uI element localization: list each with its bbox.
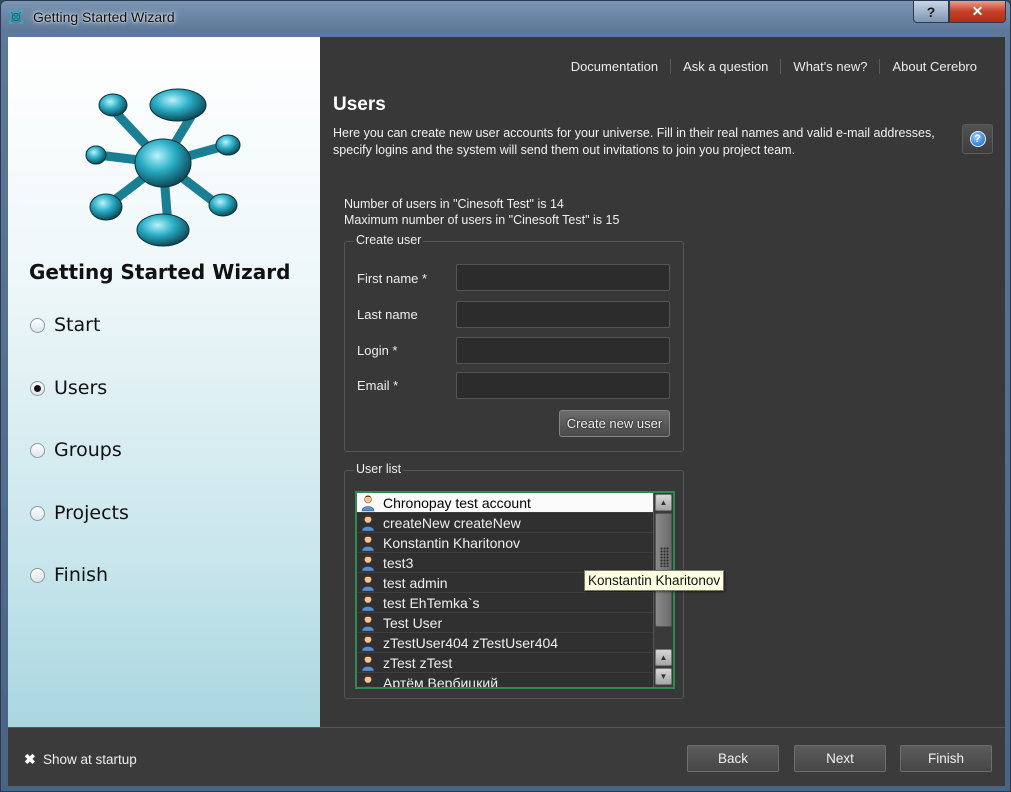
wizard-sidebar: Getting Started Wizard Start Users Group… [8,37,320,727]
scroll-up-arrow-icon[interactable]: ▲ [655,494,672,511]
user-icon [363,675,373,687]
user-list-legend: User list [354,462,404,476]
user-list-item[interactable]: Test User [357,613,653,633]
first-name-field[interactable] [456,264,670,291]
checkmark-icon[interactable]: ✖ [24,752,37,766]
scroll-down-arrow-icon[interactable]: ▼ [655,668,672,685]
user-icon [361,635,375,651]
email-field[interactable] [456,372,670,399]
info-button[interactable]: ? [962,124,993,154]
user-icon [361,495,375,511]
last-name-field[interactable] [456,301,670,328]
user-icon [361,535,375,551]
client-area: Getting Started Wizard Start Users Group… [8,37,1005,786]
documentation-link[interactable]: Documentation [559,59,670,74]
user-name: Артём Вербицкий [383,674,499,689]
user-icon [361,655,375,671]
main-panel: Documentation Ask a question What's new?… [320,37,1005,727]
user-icon [361,555,375,571]
step-groups[interactable]: Groups [30,439,122,461]
cerebro-app-icon [9,10,23,24]
user-count-text: Number of users in "Cinesoft Test" is 14 [344,197,564,211]
top-links: Documentation Ask a question What's new?… [559,59,989,74]
last-name-label: Last name [357,307,418,322]
user-name: Test User [383,614,443,631]
first-name-label: First name * [357,271,428,286]
create-user-group: Create user First name * Last name Login… [344,233,684,452]
step-projects[interactable]: Projects [30,502,129,524]
login-label: Login * [357,343,398,358]
wizard-title: Getting Started Wizard [29,260,291,284]
user-list-item[interactable]: zTest zTest [357,653,653,673]
question-icon: ? [926,3,936,20]
user-tooltip: Konstantin Kharitonov [584,570,725,591]
login-field[interactable] [456,337,670,364]
user-rows: Chronopay test account createNew createNe… [357,493,673,689]
user-list-item[interactable]: Konstantin Kharitonov [357,533,653,553]
step-finish[interactable]: Finish [30,564,108,586]
step-finish-radio[interactable] [30,567,45,583]
step-users-radio[interactable] [30,380,45,396]
user-name: zTestUser404 zTestUser404 [383,634,559,651]
show-at-startup-checkbox[interactable]: ✖ Show at startup [24,752,137,767]
page-title: Users [333,94,386,115]
close-window-button[interactable]: ✕ [949,1,1006,23]
title-bar: Getting Started Wizard ? ✕ [1,1,1010,33]
step-users-label: Users [54,377,108,399]
user-name: test EhTemka`s [383,594,480,611]
finish-button[interactable]: Finish [900,745,992,772]
user-name: createNew createNew [383,514,521,531]
step-users[interactable]: Users [30,377,107,399]
user-list-item[interactable]: createNew createNew [357,513,653,533]
next-button[interactable]: Next [794,745,886,772]
user-icon [361,615,375,631]
cerebro-logo [85,88,241,247]
step-groups-label: Groups [54,439,122,461]
whats-new-link[interactable]: What's new? [780,59,879,74]
user-list-item[interactable]: Артём Вербицкий [357,673,653,689]
user-list-item[interactable]: test EhTemka`s [357,593,653,613]
grip-icon [660,547,669,567]
wizard-footer: ✖ Show at startup Back Next Finish [8,727,1005,786]
create-user-legend: Create user [354,233,424,247]
help-caption-button[interactable]: ? [913,1,949,23]
step-start-radio[interactable] [30,317,45,333]
user-name: Chronopay test account [383,494,531,511]
user-icon [361,595,375,611]
step-finish-label: Finish [54,564,109,586]
step-groups-radio[interactable] [30,442,45,458]
create-new-user-button[interactable]: Create new user [559,410,670,437]
wizard-window: Getting Started Wizard ? ✕ Getting Start… [0,0,1011,792]
user-name: test admin [383,574,448,591]
step-projects-label: Projects [54,502,129,524]
show-at-startup-label: Show at startup [43,752,137,767]
info-icon: ? [969,131,986,147]
window-title: Getting Started Wizard [33,9,175,25]
scroll-up-small-arrow-icon[interactable]: ▲ [655,649,672,666]
step-projects-radio[interactable] [30,505,45,521]
step-start-label: Start [54,314,101,336]
step-start[interactable]: Start [30,314,100,336]
user-max-text: Maximum number of users in "Cinesoft Tes… [344,213,620,227]
user-list-item[interactable]: Chronopay test account [357,493,653,513]
user-name: zTest zTest [383,654,453,671]
close-icon: ✕ [971,3,984,19]
user-icon [361,575,375,591]
user-list-item[interactable]: zTestUser404 zTestUser404 [357,633,653,653]
page-description: Here you can create new user accounts fo… [333,126,935,157]
back-button[interactable]: Back [687,745,779,772]
user-name: Konstantin Kharitonov [383,534,520,551]
user-icon [361,515,375,531]
user-name: test3 [383,554,414,571]
about-cerebro-link[interactable]: About Cerebro [879,59,989,74]
ask-question-link[interactable]: Ask a question [670,59,780,74]
email-label: Email * [357,378,399,393]
user-counts: Number of users in "Cinesoft Test" is 14… [344,196,619,228]
